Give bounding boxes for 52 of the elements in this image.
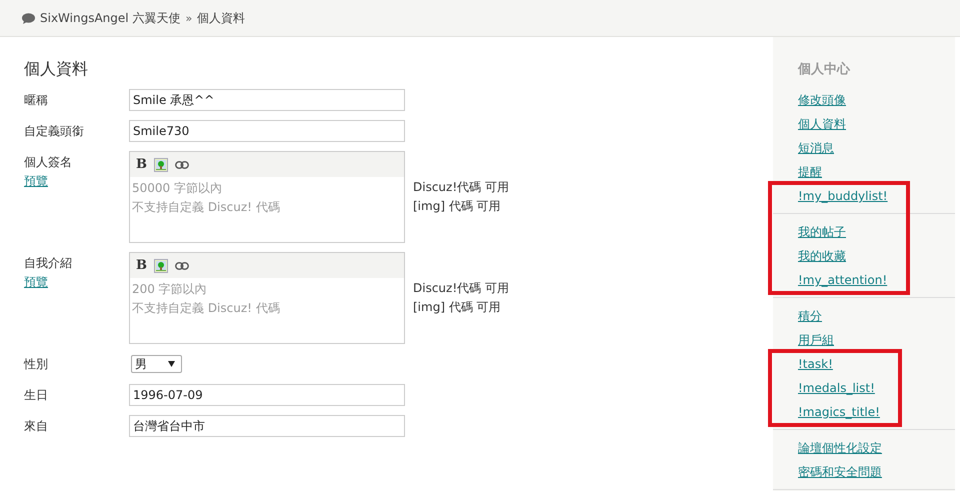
field-label: 生日	[24, 387, 49, 404]
sidebar-link[interactable]: 我的帖子	[798, 224, 846, 240]
field-label: 個人簽名	[24, 154, 73, 171]
sidebar-link[interactable]: !medals_list!	[798, 380, 875, 396]
image-icon[interactable]	[154, 158, 168, 172]
preview-link[interactable]: 預覽	[24, 274, 48, 291]
sidebar-link[interactable]: 論壇個性化設定	[798, 440, 882, 456]
breadcrumb-link[interactable]: SixWingsAngel 六翼天使	[40, 10, 180, 26]
sidebar-link[interactable]: 密碼和安全問題	[798, 464, 882, 480]
text-editor[interactable]: B 200 字節以內 不支持自定義 Discuz! 代碼	[129, 252, 405, 344]
placeholder-text: 不支持自定義 Discuz! 代碼	[132, 199, 281, 216]
bold-button[interactable]: B	[136, 258, 147, 273]
input-field[interactable]: 1996-07-09	[129, 384, 405, 406]
sidebar-link[interactable]: 用戶組	[798, 332, 834, 348]
sidebar-link[interactable]: 積分	[798, 308, 822, 324]
input-field[interactable]: 台灣省台中市	[129, 415, 405, 437]
sidebar-link[interactable]: !task!	[798, 356, 833, 372]
input-field[interactable]: Smile 承恩^^	[129, 89, 405, 111]
select-dropdown[interactable]: 男	[131, 355, 182, 373]
preview-link[interactable]: 預覽	[24, 173, 48, 190]
sidebar-link[interactable]: 短消息	[798, 140, 834, 156]
sidebar-link[interactable]: !magics_title!	[798, 404, 880, 420]
sidebar-link[interactable]: !my_attention!	[798, 272, 888, 288]
field-label: 性別	[24, 356, 49, 373]
hint-text: Discuz!代碼 可用	[413, 280, 509, 297]
chat-bubble-icon	[22, 12, 35, 24]
sidebar-link[interactable]: 修改頭像	[798, 92, 846, 108]
field-label: 暱稱	[24, 92, 49, 109]
breadcrumb-current: 個人資料	[197, 10, 246, 26]
sidebar-link[interactable]: 我的收藏	[798, 248, 846, 264]
placeholder-text: 50000 字節以內	[132, 180, 223, 197]
image-icon[interactable]	[154, 258, 168, 272]
placeholder-text: 不支持自定義 Discuz! 代碼	[132, 300, 281, 317]
hint-text: Discuz!代碼 可用	[413, 179, 509, 196]
dropdown-arrow-icon	[168, 361, 175, 367]
sidebar-link[interactable]: 提醒	[798, 164, 822, 180]
text-editor[interactable]: B 50000 字節以內 不支持自定義 Discuz! 代碼	[129, 151, 405, 243]
link-icon[interactable]	[175, 160, 189, 168]
field-label: 自我介紹	[24, 255, 73, 272]
breadcrumb-separator: »	[185, 12, 192, 24]
placeholder-text: 200 字節以內	[132, 281, 208, 298]
field-label: 來自	[24, 418, 49, 435]
hint-text: [img] 代碼 可用	[413, 198, 502, 215]
form-title: 個人資料	[24, 58, 89, 80]
sidebar-link[interactable]: 個人資料	[798, 116, 846, 132]
sidebar-title: 個人中心	[796, 60, 852, 79]
input-field[interactable]: Smile730	[129, 120, 405, 142]
bold-button[interactable]: B	[136, 157, 147, 172]
sidebar-link[interactable]: !my_buddylist!	[798, 188, 888, 204]
hint-text: [img] 代碼 可用	[413, 299, 502, 316]
field-label: 自定義頭銜	[24, 123, 85, 140]
link-icon[interactable]	[175, 262, 189, 270]
